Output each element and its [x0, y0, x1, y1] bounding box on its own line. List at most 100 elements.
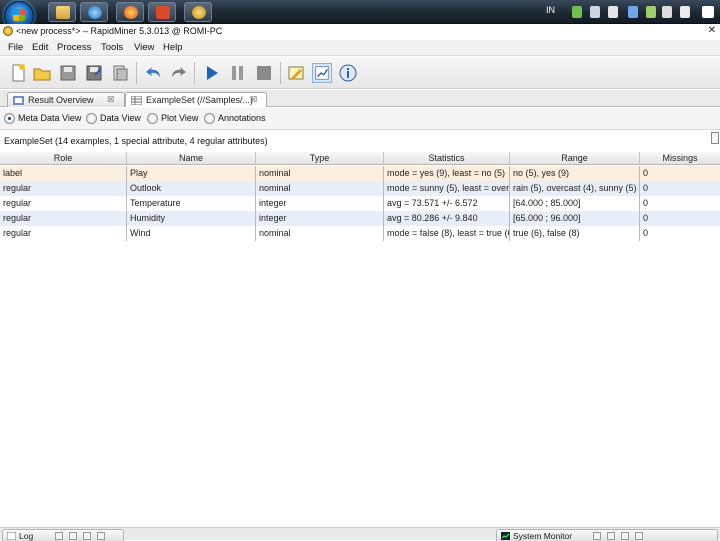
- save-icon[interactable]: [58, 63, 78, 83]
- window-title: <new process*> – RapidMiner 5.3.013 @ RO…: [16, 26, 223, 36]
- table-row[interactable]: regular Temperature integer avg = 73.571…: [0, 196, 720, 211]
- tab-exampleset-close-icon[interactable]: ⊠: [250, 94, 258, 105]
- run-icon[interactable]: [202, 63, 222, 83]
- window-close-button[interactable]: ✕: [708, 25, 716, 36]
- log-minimize-icon[interactable]: [83, 532, 91, 540]
- menu-bar: File Edit Process Tools View Help: [0, 40, 720, 56]
- monitor-close-icon[interactable]: [593, 532, 601, 540]
- menu-tools[interactable]: Tools: [101, 42, 123, 53]
- column-header-name[interactable]: Name: [127, 152, 256, 165]
- table-row[interactable]: regular Outlook nominal mode = sunny (5)…: [0, 181, 720, 196]
- monitor-float-icon[interactable]: [607, 532, 615, 540]
- table-cell-range: [65.000 ; 96.000]: [510, 211, 640, 226]
- tray-connection-icon[interactable]: [662, 6, 672, 18]
- results-perspective-icon[interactable]: [312, 63, 332, 83]
- browser-icon: [88, 6, 102, 19]
- new-icon[interactable]: [8, 63, 28, 83]
- toolbar-separator: [194, 62, 195, 84]
- taskbar-ie-button[interactable]: [80, 2, 108, 22]
- folder-icon: [56, 6, 70, 19]
- tray-flag-icon[interactable]: [608, 6, 618, 18]
- menu-process[interactable]: Process: [57, 42, 91, 53]
- tab-log[interactable]: Log: [2, 529, 124, 541]
- redo-icon[interactable]: [168, 63, 188, 83]
- table-cell-missings: 0: [643, 228, 649, 238]
- table-cell-name: Temperature: [127, 196, 256, 211]
- menu-edit[interactable]: Edit: [32, 42, 48, 53]
- table-cell-name: Play: [127, 166, 256, 181]
- meta-data-view-radio[interactable]: [4, 113, 15, 124]
- table-cell-name: Wind: [127, 226, 256, 241]
- data-view-label[interactable]: Data View: [100, 113, 141, 123]
- summary-toggle-button[interactable]: [711, 132, 719, 144]
- monitor-icon: [501, 532, 510, 540]
- annotations-label[interactable]: Annotations: [218, 113, 266, 123]
- table-cell-name: Outlook: [127, 181, 256, 196]
- toolbar: [0, 57, 720, 89]
- plot-view-label[interactable]: Plot View: [161, 113, 198, 123]
- monitor-minimize-icon[interactable]: [621, 532, 629, 540]
- meta-data-view-label[interactable]: Meta Data View: [18, 113, 81, 123]
- table-cell-missings: 0: [643, 168, 649, 178]
- table-cell-range: rain (5), overcast (4), sunny (5): [510, 181, 640, 196]
- log-maximize-icon[interactable]: [97, 532, 105, 540]
- tab-result-overview-close-icon[interactable]: ⊠: [107, 94, 115, 105]
- pause-icon[interactable]: [228, 63, 248, 83]
- save-as-icon[interactable]: [84, 63, 104, 83]
- print-icon[interactable]: [110, 63, 130, 83]
- tray-action-center-icon[interactable]: [702, 6, 714, 18]
- table-cell-role: regular: [0, 181, 127, 196]
- toolbar-separator: [136, 62, 137, 84]
- table-row[interactable]: label Play nominal mode = yes (9), least…: [0, 166, 720, 181]
- open-icon[interactable]: [32, 63, 52, 83]
- tab-result-overview[interactable]: Result Overview ⊠: [7, 92, 125, 107]
- table-cell-type: nominal: [256, 226, 384, 241]
- tray-usb-icon[interactable]: [590, 6, 600, 18]
- stop-icon[interactable]: [254, 63, 274, 83]
- bottom-dock: Log System Monitor: [0, 527, 720, 541]
- taskbar-app-button[interactable]: [148, 2, 176, 22]
- menu-file[interactable]: File: [8, 42, 23, 53]
- rapidminer-app-icon: [3, 26, 13, 36]
- table-row[interactable]: regular Wind nominal mode = false (8), l…: [0, 226, 720, 241]
- table-cell-missings: 0: [643, 183, 649, 193]
- table-row[interactable]: regular Humidity integer avg = 80.286 +/…: [0, 211, 720, 226]
- tab-system-monitor[interactable]: System Monitor: [496, 529, 718, 541]
- design-perspective-icon[interactable]: [286, 63, 306, 83]
- table-cell-range: no (5), yes (9): [510, 166, 640, 181]
- taskbar-rapidminer-button[interactable]: [184, 2, 212, 22]
- undo-icon[interactable]: [144, 63, 164, 83]
- view-selector: Meta Data View Data View Plot View Annot…: [0, 108, 720, 130]
- column-header-statistics[interactable]: Statistics: [384, 152, 510, 165]
- taskbar-explorer-button[interactable]: [48, 2, 76, 22]
- tray-volume-icon[interactable]: [680, 6, 690, 18]
- monitor-maximize-icon[interactable]: [635, 532, 643, 540]
- table-cell-role: regular: [0, 196, 127, 211]
- table-cell-range: true (6), false (8): [510, 226, 640, 241]
- plot-view-radio[interactable]: [147, 113, 158, 124]
- table-cell-type: integer: [256, 196, 384, 211]
- table-icon: [131, 96, 142, 105]
- menu-view[interactable]: View: [134, 42, 154, 53]
- menu-help[interactable]: Help: [163, 42, 183, 53]
- taskbar-firefox-button[interactable]: [116, 2, 144, 22]
- tray-power-icon[interactable]: [646, 6, 656, 18]
- tab-result-overview-label: Result Overview: [28, 95, 94, 105]
- annotations-radio[interactable]: [204, 113, 215, 124]
- table-cell-type: integer: [256, 211, 384, 226]
- table-cell-statistics: avg = 73.571 +/- 6.572: [384, 196, 510, 211]
- info-icon[interactable]: [338, 63, 358, 83]
- log-icon: [7, 532, 16, 540]
- column-header-type[interactable]: Type: [256, 152, 384, 165]
- data-view-radio[interactable]: [86, 113, 97, 124]
- column-header-role[interactable]: Role: [0, 152, 127, 165]
- tab-exampleset[interactable]: ExampleSet (//Samples/...) ⊠: [125, 92, 267, 107]
- tray-network-icon[interactable]: [572, 6, 582, 18]
- tray-language[interactable]: IN: [546, 5, 555, 15]
- column-header-missings[interactable]: Missings: [640, 152, 720, 165]
- log-close-icon[interactable]: [55, 532, 63, 540]
- log-float-icon[interactable]: [69, 532, 77, 540]
- tray-display-icon[interactable]: [628, 6, 638, 18]
- table-cell-role: regular: [0, 211, 127, 226]
- column-header-range[interactable]: Range: [510, 152, 640, 165]
